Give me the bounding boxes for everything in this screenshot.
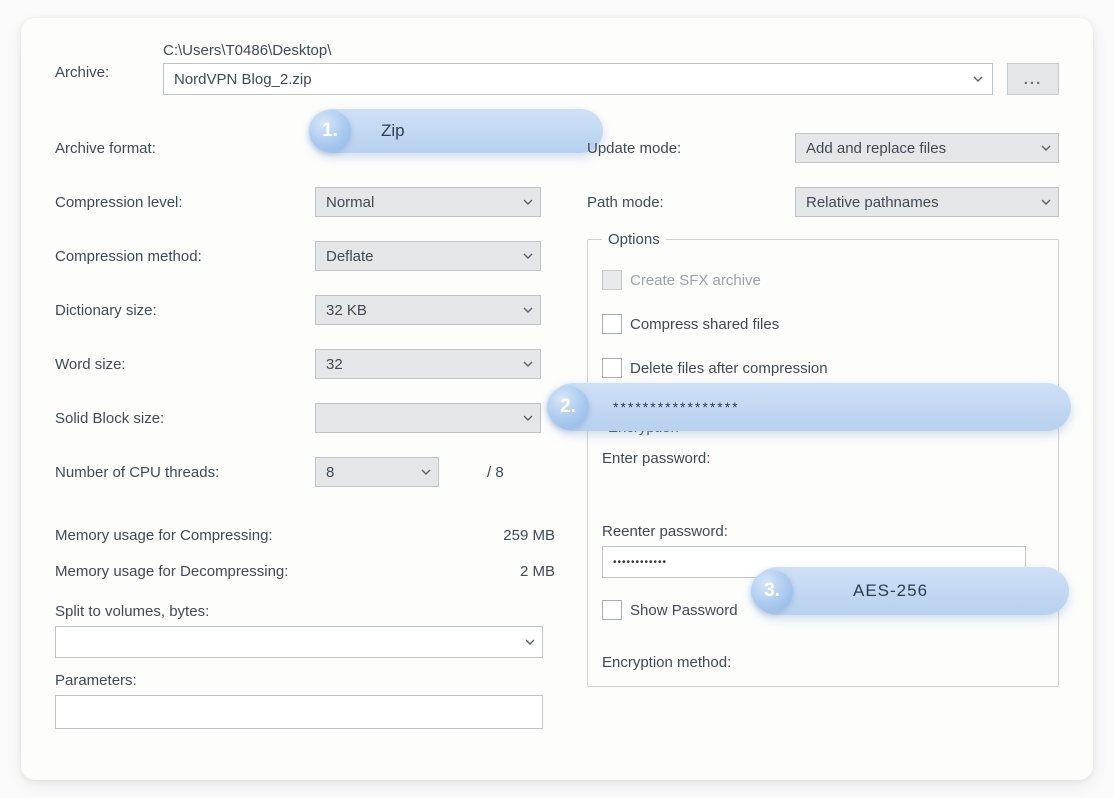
word-size-combo[interactable]: 32	[315, 349, 541, 379]
mem-compress-label: Memory usage for Compressing:	[55, 527, 273, 544]
parameters-input[interactable]	[55, 695, 543, 729]
chevron-down-icon	[420, 465, 430, 475]
cpu-threads-label: Number of CPU threads:	[55, 464, 315, 481]
path-mode-combo[interactable]: Relative pathnames	[795, 187, 1059, 217]
update-mode-combo[interactable]: Add and replace files	[795, 133, 1059, 163]
browse-button[interactable]: ...	[1007, 63, 1059, 95]
encryption-method-label: Encryption method:	[602, 654, 731, 671]
path-mode-label: Path mode:	[587, 194, 795, 211]
split-volumes-label: Split to volumes, bytes:	[55, 603, 555, 620]
left-column: 1. Zip Archive format: Compression level…	[55, 121, 555, 729]
compress-shared-checkbox[interactable]	[602, 314, 622, 334]
archive-format-label: Archive format:	[55, 140, 315, 157]
chevron-down-icon	[522, 357, 532, 367]
parameters-label: Parameters:	[55, 672, 555, 689]
compression-method-combo[interactable]: Deflate	[315, 241, 541, 271]
split-volumes-combo[interactable]	[55, 626, 543, 658]
chevron-down-icon	[522, 249, 532, 259]
solid-block-label: Solid Block size:	[55, 410, 315, 427]
cpu-threads-combo[interactable]: 8	[315, 457, 439, 487]
options-group: Options Create SFX archive Compress shar…	[587, 231, 1059, 405]
enter-password-label: Enter password:	[602, 450, 1044, 467]
right-column: Update mode: Add and replace files Path …	[587, 121, 1059, 729]
sfx-label: Create SFX archive	[630, 272, 761, 289]
archive-filename-combo[interactable]: NordVPN Blog_2.zip	[163, 63, 993, 95]
mem-decompress-value: 2 MB	[520, 563, 555, 580]
dictionary-size-label: Dictionary size:	[55, 302, 315, 319]
delete-after-checkbox[interactable]	[602, 358, 622, 378]
solid-block-combo[interactable]	[315, 403, 541, 433]
compression-level-combo[interactable]: Normal	[315, 187, 541, 217]
reenter-password-label: Reenter password:	[602, 523, 1044, 540]
chevron-down-icon	[1040, 141, 1050, 151]
archive-label: Archive:	[55, 42, 163, 81]
dictionary-size-combo[interactable]: 32 KB	[315, 295, 541, 325]
show-password-label: Show Password	[630, 602, 738, 619]
compression-method-label: Compression method:	[55, 248, 315, 265]
chevron-down-icon	[972, 72, 982, 82]
options-legend: Options	[602, 231, 666, 248]
encryption-legend: Encryption	[602, 419, 685, 436]
word-size-label: Word size:	[55, 356, 315, 373]
mem-decompress-label: Memory usage for Decompressing:	[55, 563, 288, 580]
archive-filename-value: NordVPN Blog_2.zip	[174, 71, 312, 88]
update-mode-label: Update mode:	[587, 140, 795, 157]
cpu-threads-max: / 8	[487, 464, 504, 481]
compress-shared-label: Compress shared files	[630, 316, 779, 333]
chevron-down-icon	[522, 411, 532, 421]
chevron-down-icon	[1040, 195, 1050, 205]
mem-compress-value: 259 MB	[503, 527, 555, 544]
add-to-archive-dialog: Archive: C:\Users\T0486\Desktop\ NordVPN…	[21, 18, 1093, 780]
compression-level-label: Compression level:	[55, 194, 315, 211]
archive-path: C:\Users\T0486\Desktop\	[163, 42, 1059, 59]
encryption-group: Encryption Enter password: Reenter passw…	[587, 419, 1059, 687]
sfx-checkbox	[602, 270, 622, 290]
chevron-down-icon	[524, 635, 534, 645]
reenter-password-input[interactable]: ••••••••••••	[602, 546, 1026, 578]
show-password-checkbox[interactable]	[602, 600, 622, 620]
delete-after-label: Delete files after compression	[630, 360, 828, 377]
chevron-down-icon	[522, 303, 532, 313]
chevron-down-icon	[522, 195, 532, 205]
